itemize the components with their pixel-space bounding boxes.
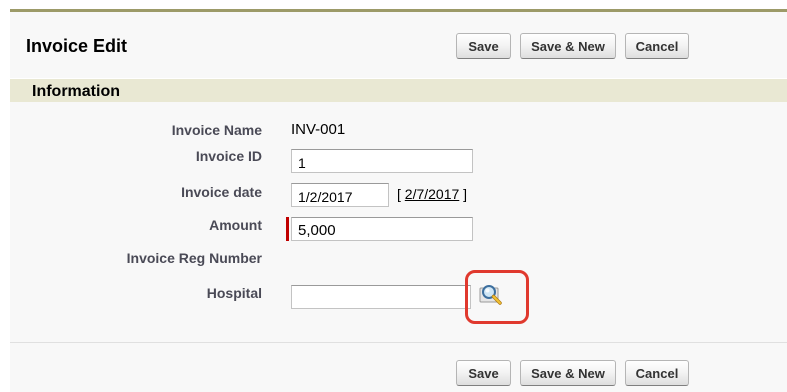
invoice-name-label: Invoice Name	[171, 122, 262, 138]
section-header-information: Information	[10, 78, 787, 103]
page-footer: Save Save & New Cancel	[10, 342, 787, 392]
invoice-reg-number-label: Invoice Reg Number	[126, 250, 262, 266]
invoice-id-label: Invoice ID	[195, 148, 262, 164]
invoice-date-field[interactable]	[291, 183, 389, 207]
lookup-glyph	[479, 285, 502, 305]
magnifier-lookup-icon[interactable]	[479, 282, 503, 306]
save-and-new-button-bottom[interactable]: Save & New	[520, 360, 616, 386]
save-button-bottom[interactable]: Save	[456, 360, 511, 386]
today-date-link[interactable]: 2/7/2017	[405, 186, 460, 202]
cancel-button-bottom[interactable]: Cancel	[625, 360, 689, 386]
today-bracket-open: [	[397, 186, 405, 202]
required-indicator	[286, 217, 289, 241]
invoice-edit-panel: Invoice Edit Save Save & New Cancel Info…	[10, 9, 787, 392]
page-header: Invoice Edit Save Save & New Cancel	[10, 12, 787, 74]
section-title: Information	[32, 83, 120, 100]
invoice-name-value: INV-001	[291, 121, 346, 138]
today-bracket-close: ]	[459, 186, 468, 202]
amount-field[interactable]	[291, 217, 473, 241]
today-date-shortcut: [ 2/7/2017 ]	[397, 186, 467, 202]
hospital-label: Hospital	[206, 285, 262, 301]
save-and-new-button-top[interactable]: Save & New	[520, 33, 616, 59]
hospital-field[interactable]	[291, 285, 471, 309]
invoice-date-label: Invoice date	[181, 184, 262, 200]
cancel-button-top[interactable]: Cancel	[625, 33, 689, 59]
save-button-top[interactable]: Save	[456, 33, 511, 59]
amount-label: Amount	[209, 217, 262, 233]
invoice-id-field[interactable]	[291, 149, 473, 173]
page-title: Invoice Edit	[26, 36, 128, 56]
